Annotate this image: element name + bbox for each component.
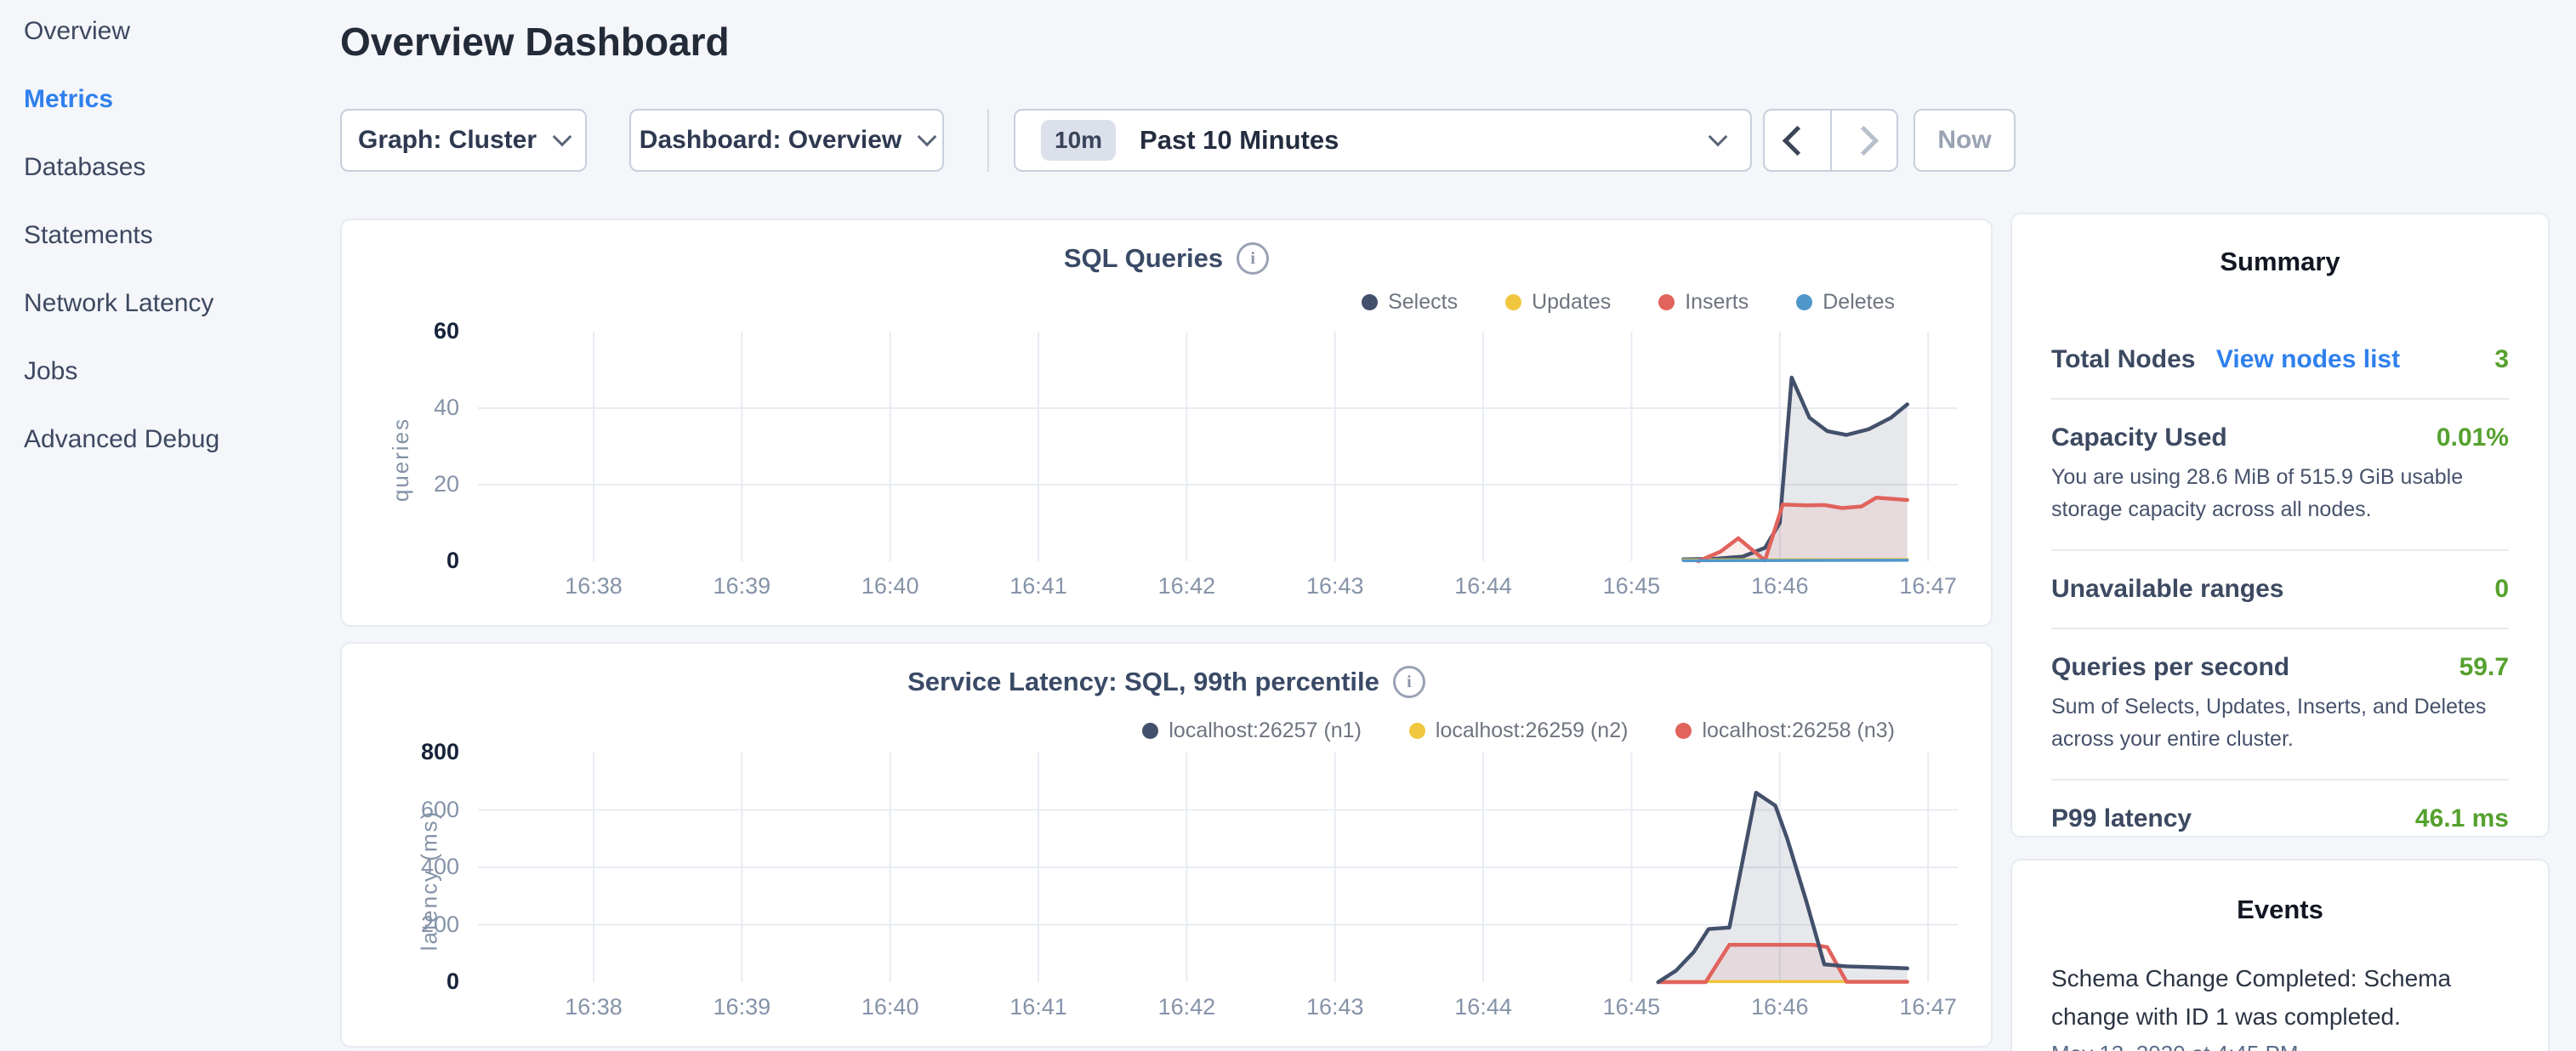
summary-row-total-nodes: Total Nodes View nodes list 3 (2051, 321, 2509, 398)
summary-title: Summary (2051, 247, 2509, 277)
y-axis-title: queries (388, 418, 414, 502)
time-window-label: Past 10 Minutes (1140, 125, 1339, 156)
summary-panel: Summary Total Nodes View nodes list 3 Ca… (2010, 213, 2550, 838)
x-axis-tick-label: 16:45 (1580, 994, 1682, 1020)
time-step-group (1763, 109, 1898, 172)
chevron-right-icon (1849, 125, 1879, 155)
capacity-used-value: 0.01% (2437, 423, 2509, 452)
app-root: Overview Metrics Databases Statements Ne… (0, 0, 2576, 1051)
x-axis-tick-label: 16:39 (691, 573, 793, 599)
y-axis-tick-label: 0 (342, 969, 459, 995)
dashboard-dropdown-label: Dashboard: Overview (640, 126, 901, 155)
time-step-forward-button[interactable] (1832, 111, 1897, 170)
sidebar-item-jobs[interactable]: Jobs (24, 357, 77, 386)
event-item-timestamp: May 13, 2020 at 4:45 PM (2051, 1041, 2509, 1051)
x-axis-tick-label: 16:42 (1135, 994, 1237, 1020)
total-nodes-value: 3 (2494, 345, 2509, 374)
summary-row-p99: P99 latency 46.1 ms (2051, 779, 2509, 857)
chevron-down-icon (1709, 128, 1728, 147)
qps-label: Queries per second (2051, 653, 2289, 682)
sql-queries-chart[interactable]: 020406016:3816:3916:4016:4116:4216:4316:… (342, 220, 1991, 625)
x-axis-tick-label: 16:41 (987, 994, 1089, 1020)
x-axis-tick-label: 16:41 (987, 573, 1089, 599)
dashboard-dropdown[interactable]: Dashboard: Overview (629, 109, 944, 172)
summary-row-unavailable-ranges: Unavailable ranges 0 (2051, 549, 2509, 628)
page-title: Overview Dashboard (340, 19, 730, 65)
time-step-back-button[interactable] (1765, 111, 1832, 170)
chevron-down-icon (553, 128, 572, 147)
x-axis-tick-label: 16:43 (1284, 994, 1386, 1020)
x-axis-tick-label: 16:40 (839, 573, 941, 599)
unavailable-ranges-value: 0 (2494, 575, 2509, 604)
sql-queries-card: SQL Queries i SelectsUpdatesInsertsDelet… (340, 219, 1993, 627)
series-area-Inserts (1698, 497, 1908, 561)
x-axis-tick-label: 16:47 (1877, 573, 1979, 599)
p99-latency-value: 46.1 ms (2415, 804, 2509, 833)
x-axis-tick-label: 16:38 (543, 994, 645, 1020)
x-axis-tick-label: 16:44 (1432, 994, 1534, 1020)
graph-dropdown[interactable]: Graph: Cluster (340, 109, 587, 172)
y-axis-tick-label: 0 (342, 548, 459, 574)
time-window-badge: 10m (1041, 120, 1116, 161)
sidebar-item-databases[interactable]: Databases (24, 153, 145, 182)
x-axis-tick-label: 16:46 (1729, 573, 1831, 599)
sidebar-item-advanced-debug[interactable]: Advanced Debug (24, 425, 219, 454)
now-button[interactable]: Now (1914, 109, 2016, 172)
capacity-used-label: Capacity Used (2051, 423, 2227, 452)
x-axis-tick-label: 16:40 (839, 994, 941, 1020)
x-axis-tick-label: 16:45 (1580, 573, 1682, 599)
events-title: Events (2051, 895, 2509, 925)
chevron-down-icon (918, 128, 937, 147)
chart-svg (342, 644, 1994, 1049)
summary-row-qps: Queries per second 59.7 Sum of Selects, … (2051, 628, 2509, 779)
sidebar-item-network-latency[interactable]: Network Latency (24, 289, 213, 318)
y-axis-tick-label: 60 (342, 318, 459, 344)
x-axis-tick-label: 16:42 (1135, 573, 1237, 599)
chevron-left-icon (1783, 125, 1812, 155)
x-axis-tick-label: 16:46 (1729, 994, 1831, 1020)
sidebar-item-overview[interactable]: Overview (24, 17, 130, 46)
chart-svg (342, 220, 1994, 628)
summary-row-capacity: Capacity Used 0.01% You are using 28.6 M… (2051, 398, 2509, 549)
p99-latency-label: P99 latency (2051, 804, 2192, 833)
x-axis-tick-label: 16:39 (691, 994, 793, 1020)
sidebar-item-statements[interactable]: Statements (24, 221, 153, 250)
graph-dropdown-label: Graph: Cluster (358, 126, 537, 155)
y-axis-title: latency (ms) (416, 810, 442, 952)
sidebar-item-metrics[interactable]: Metrics (24, 85, 113, 114)
qps-desc: Sum of Selects, Updates, Inserts, and De… (2051, 690, 2509, 755)
y-axis-tick-label: 800 (342, 739, 459, 765)
x-axis-tick-label: 16:44 (1432, 573, 1534, 599)
x-axis-tick-label: 16:43 (1284, 573, 1386, 599)
x-axis-tick-label: 16:47 (1877, 994, 1979, 1020)
qps-value: 59.7 (2459, 653, 2509, 682)
service-latency-card: Service Latency: SQL, 99th percentile i … (340, 642, 1993, 1048)
x-axis-tick-label: 16:38 (543, 573, 645, 599)
unavailable-ranges-label: Unavailable ranges (2051, 575, 2283, 604)
service-latency-chart[interactable]: 020040060080016:3816:3916:4016:4116:4216… (342, 644, 1991, 1046)
events-panel: Events Schema Change Completed: Schema c… (2010, 859, 2550, 1051)
event-item-text[interactable]: Schema Change Completed: Schema change w… (2051, 959, 2459, 1036)
time-range-dropdown[interactable]: 10m Past 10 Minutes (1014, 109, 1752, 172)
view-nodes-list-link[interactable]: View nodes list (2216, 345, 2400, 373)
controls-divider (987, 109, 989, 172)
capacity-used-desc: You are using 28.6 MiB of 515.9 GiB usab… (2051, 461, 2509, 526)
total-nodes-label: Total Nodes (2051, 345, 2195, 373)
